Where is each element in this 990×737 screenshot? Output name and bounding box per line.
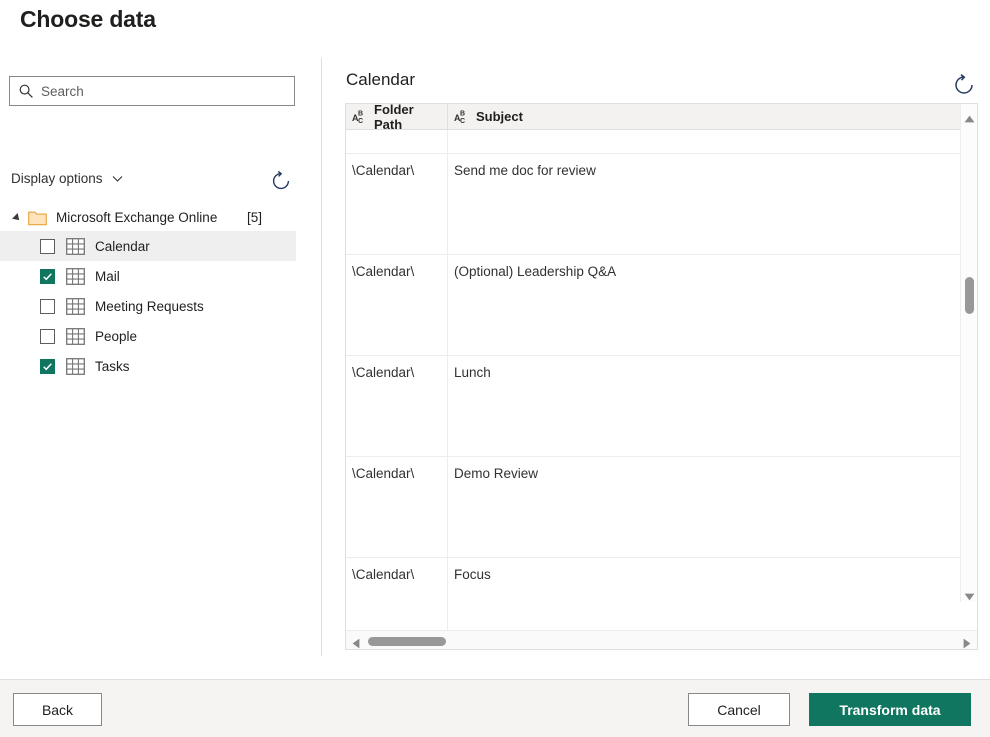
display-options-label: Display options [11,171,103,186]
table-row[interactable]: \Calendar\ Demo Review [346,457,977,558]
vertical-scrollbar-thumb[interactable] [965,277,974,314]
column-header-label: Folder Path [374,103,414,132]
svg-text:C: C [460,118,465,124]
checkbox-people[interactable] [40,328,55,344]
svg-text:B: B [460,111,465,118]
horizontal-scrollbar[interactable] [346,630,977,649]
table-row[interactable]: \Calendar\ Lunch [346,356,977,457]
tree-item-label: Mail [95,268,120,284]
chevron-down-icon [111,172,124,185]
refresh-button-preview[interactable] [952,73,976,97]
checkbox-tasks[interactable] [40,358,55,374]
preview-panel: Calendar A B C Folder Path A B C Subject… [322,58,990,658]
tree-item-meeting-requests[interactable]: Meeting Requests [0,291,296,321]
back-button[interactable]: Back [13,693,102,726]
tree-item-label: Meeting Requests [95,298,204,314]
search-input[interactable] [41,83,286,99]
table-icon [66,267,85,285]
dialog-body: Display options Micr [0,58,990,658]
preview-grid: A B C Folder Path A B C Subject \Calenda… [345,103,978,650]
table-icon [66,237,85,255]
cell-subject: Demo Review [454,466,539,481]
tree-item-people[interactable]: People [0,321,296,351]
cell-subject: Lunch [454,365,491,380]
table-icon [66,297,85,315]
tree-item-label: People [95,328,138,344]
tree-item-mail[interactable]: Mail [0,261,296,291]
search-icon [18,83,34,99]
vertical-scrollbar[interactable] [960,104,977,602]
cell-subject: (Optional) Leadership Q&A [454,264,617,279]
abc-text-type-icon: A B C [454,109,471,126]
abc-text-type-icon: A B C [352,109,369,126]
page-title: Choose data [20,6,156,32]
tree-item-tasks[interactable]: Tasks [0,351,296,381]
checkbox-meeting-requests[interactable] [40,298,55,314]
folder-icon [28,210,47,226]
object-tree: Microsoft Exchange Online [5] Calendar M… [0,204,296,381]
cell-folder-path: \Calendar\ [346,154,448,254]
display-options-dropdown[interactable]: Display options [11,171,124,186]
column-header-folder-path[interactable]: A B C Folder Path [346,103,448,132]
table-row[interactable] [346,130,977,154]
cell-subject: Send me doc for review [454,163,596,178]
table-icon [66,327,85,345]
table-row[interactable]: \Calendar\ (Optional) Leadership Q&A [346,255,977,356]
scroll-left-arrow-icon[interactable] [352,636,360,649]
tree-item-label: Calendar [95,238,150,254]
cell-folder-path: \Calendar\ [346,457,448,557]
tree-root-count: [5] [246,210,262,225]
scroll-right-arrow-icon[interactable] [963,636,971,649]
tree-root-microsoft-exchange-online[interactable]: Microsoft Exchange Online [5] [0,204,296,231]
tree-item-calendar[interactable]: Calendar [0,231,296,261]
triangle-expanded-icon[interactable] [12,212,22,223]
dialog-footer: Back Cancel Transform data [0,679,990,737]
svg-text:C: C [358,118,363,124]
checkbox-mail[interactable] [40,268,55,284]
transform-data-button[interactable]: Transform data [809,693,971,726]
preview-title: Calendar [346,70,415,89]
column-header-label: Subject [476,109,523,124]
column-header-subject[interactable]: A B C Subject [448,104,977,129]
cancel-button[interactable]: Cancel [688,693,790,726]
svg-text:B: B [358,111,363,118]
cell-folder-path [346,130,448,153]
cell-folder-path: \Calendar\ [346,356,448,456]
scroll-up-arrow-icon[interactable] [964,110,975,123]
horizontal-scrollbar-thumb[interactable] [368,637,446,646]
refresh-button-left[interactable] [270,170,292,192]
table-icon [66,357,85,375]
cell-folder-path: \Calendar\ [346,255,448,355]
cell-subject [448,130,977,153]
navigator-left-panel: Display options Micr [0,58,321,658]
search-box[interactable] [9,76,295,106]
grid-body: \Calendar\ Send me doc for review \Calen… [346,130,977,649]
checkbox-calendar[interactable] [40,238,55,254]
tree-root-label: Microsoft Exchange Online [56,210,218,225]
tree-item-label: Tasks [95,358,130,374]
grid-header-row: A B C Folder Path A B C Subject [346,103,977,132]
scroll-down-arrow-icon[interactable] [964,588,975,601]
table-row[interactable]: \Calendar\ Send me doc for review [346,154,977,255]
